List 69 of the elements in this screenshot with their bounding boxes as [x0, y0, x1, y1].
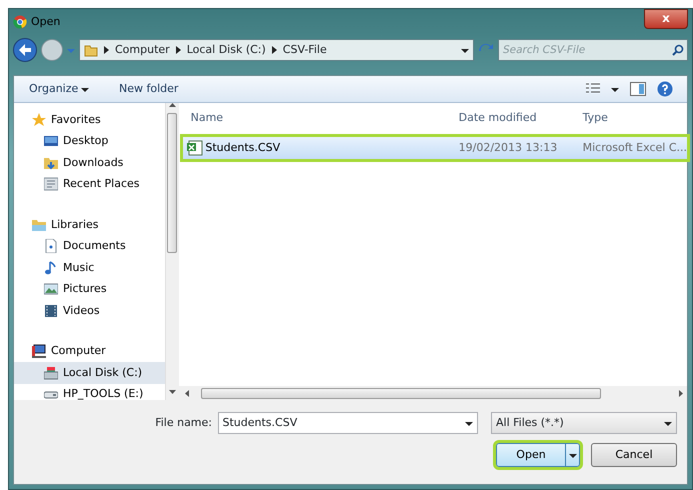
caret-icon: [81, 86, 90, 92]
file-type-dropdown[interactable]: All Files (*.*): [491, 412, 677, 434]
close-button[interactable]: x: [644, 9, 688, 29]
folder-icon: [84, 43, 98, 57]
breadcrumb[interactable]: CSV-File: [282, 42, 327, 58]
caret-icon: [611, 86, 619, 92]
column-header[interactable]: Type: [582, 110, 687, 126]
new-folder-button[interactable]: New folder: [118, 80, 180, 98]
sidebar-item[interactable]: Favorites: [14, 109, 166, 130]
table-cell-text: Students.CSV: [205, 140, 280, 156]
scrollbar[interactable]: [165, 103, 179, 400]
chevron-icon: [176, 46, 181, 54]
window-title: Open: [31, 14, 60, 30]
scroll-left-icon: [184, 390, 189, 396]
scroll-thumb[interactable]: [167, 113, 178, 253]
computer-icon: [32, 344, 46, 358]
sidebar-item[interactable]: Music: [14, 257, 166, 278]
spreadsheet-icon: [186, 140, 203, 156]
document-icon: [44, 239, 58, 254]
preview-pane-icon: [630, 82, 646, 96]
open-button[interactable]: Open: [496, 443, 580, 467]
help-icon: [657, 81, 673, 97]
sidebar-item[interactable]: Desktop: [14, 130, 166, 152]
sidebar-item[interactable]: Documents: [14, 236, 166, 257]
sidebar-item[interactable]: Computer: [14, 340, 166, 362]
organize-button[interactable]: Organize: [28, 80, 90, 98]
music-note-icon: [44, 260, 58, 275]
dropdown-icon: [461, 47, 469, 53]
file-name-field[interactable]: Students.CSV: [218, 412, 478, 434]
chevron-icon: [104, 46, 109, 54]
scroll-thumb[interactable]: [200, 388, 601, 398]
folder-icon: [44, 156, 58, 170]
sidebar-item[interactable]: Libraries: [14, 214, 166, 236]
sidebar-item[interactable]: Recent Places: [14, 174, 166, 195]
scroll-right-icon: [679, 390, 683, 396]
back-icon[interactable]: [13, 38, 37, 62]
places-icon: [44, 177, 58, 192]
dropdown-icon: [664, 420, 672, 426]
column-header[interactable]: Name: [190, 110, 459, 126]
film-icon: [44, 304, 58, 318]
search-icon: [672, 44, 684, 56]
sidebar-item[interactable]: Videos: [14, 300, 166, 322]
chevron-icon: [272, 46, 277, 54]
sidebar-item[interactable]: HP_TOOLS (E:): [14, 384, 166, 405]
picture-icon: [44, 282, 58, 296]
monitor-icon: [44, 134, 58, 148]
breadcrumb[interactable]: Computer: [115, 42, 170, 58]
column-header[interactable]: Date modified: [458, 110, 583, 126]
breadcrumb[interactable]: Local Disk (C:): [186, 42, 266, 58]
caret-icon: [67, 47, 75, 53]
folder-icon: [32, 218, 46, 232]
table-cell-text: 19/02/2013 13:13: [458, 140, 558, 156]
cancel-button[interactable]: Cancel: [591, 443, 677, 467]
star-icon: [32, 112, 46, 127]
sidebar-item[interactable]: Local Disk (C:): [14, 362, 166, 384]
search-field[interactable]: Search CSV-File: [498, 39, 688, 61]
view-list-icon: [586, 83, 600, 95]
address-field[interactable]: Computer Local Disk (C:) CSV-File: [79, 39, 474, 61]
app-icon: [13, 15, 27, 29]
dropdown-icon: [464, 420, 472, 426]
drive-icon: [44, 366, 58, 380]
caret-icon: [568, 452, 576, 458]
field-label: File name:: [155, 414, 212, 431]
sidebar-item[interactable]: Downloads: [14, 152, 166, 174]
scrollbar[interactable]: [178, 386, 687, 400]
table-cell-text: Microsoft Excel C...: [582, 140, 687, 156]
sidebar-item[interactable]: Pictures: [14, 278, 166, 300]
file-row[interactable]: Students.CSV 19/02/2013 13:13 Microsoft Excel C...: [182, 137, 687, 159]
scroll-down-icon: [168, 390, 176, 394]
